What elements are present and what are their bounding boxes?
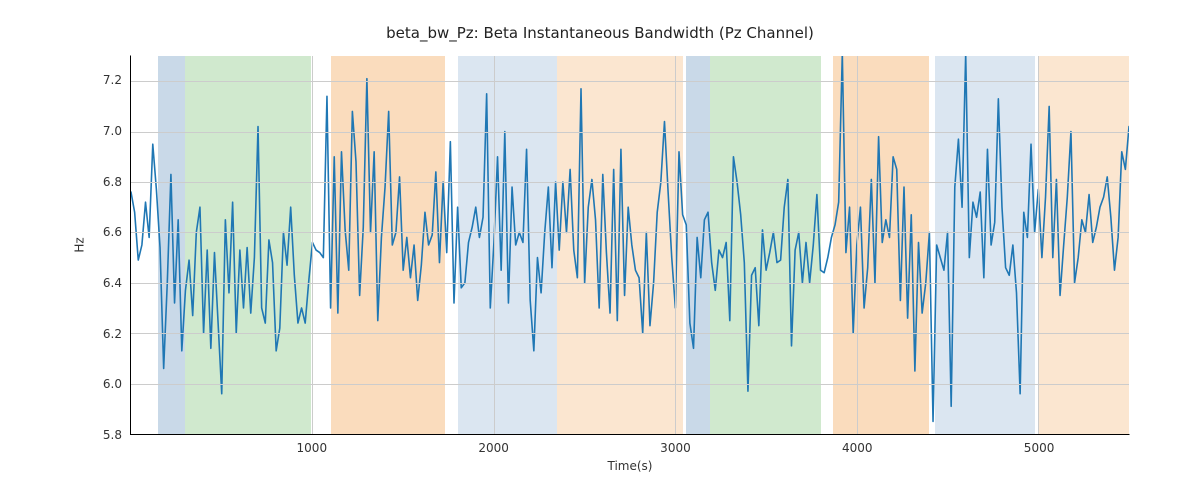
line-layer xyxy=(131,56,1129,434)
y-tick-label: 7.2 xyxy=(103,73,130,87)
y-tick-label: 7.0 xyxy=(103,124,130,138)
axes: Hz Time(s) 5.86.06.26.46.66.87.07.210002… xyxy=(130,55,1130,435)
gridline-vertical xyxy=(494,56,495,434)
x-tick-label: 4000 xyxy=(842,435,873,455)
y-tick-label: 6.0 xyxy=(103,377,130,391)
gridline-horizontal xyxy=(131,232,1129,233)
gridline-horizontal xyxy=(131,384,1129,385)
y-axis-label: Hz xyxy=(73,237,87,252)
y-tick-label: 6.4 xyxy=(103,276,130,290)
y-tick-label: 5.8 xyxy=(103,428,130,442)
gridline-horizontal xyxy=(131,81,1129,82)
figure: beta_bw_Pz: Beta Instantaneous Bandwidth… xyxy=(0,0,1200,500)
gridline-horizontal xyxy=(131,182,1129,183)
chart-title: beta_bw_Pz: Beta Instantaneous Bandwidth… xyxy=(0,24,1200,42)
gridline-vertical xyxy=(312,56,313,434)
gridline-horizontal xyxy=(131,283,1129,284)
x-axis-label: Time(s) xyxy=(130,435,1130,473)
x-tick-label: 2000 xyxy=(478,435,509,455)
gridline-vertical xyxy=(1038,56,1039,434)
gridline-horizontal xyxy=(131,333,1129,334)
x-tick-label: 1000 xyxy=(297,435,328,455)
plot-area xyxy=(130,55,1130,435)
series-line xyxy=(131,56,1129,421)
x-tick-label: 3000 xyxy=(660,435,691,455)
gridline-vertical xyxy=(675,56,676,434)
y-tick-label: 6.2 xyxy=(103,327,130,341)
gridline-horizontal xyxy=(131,132,1129,133)
x-tick-label: 5000 xyxy=(1024,435,1055,455)
gridline-vertical xyxy=(857,56,858,434)
y-tick-label: 6.8 xyxy=(103,175,130,189)
y-tick-label: 6.6 xyxy=(103,225,130,239)
